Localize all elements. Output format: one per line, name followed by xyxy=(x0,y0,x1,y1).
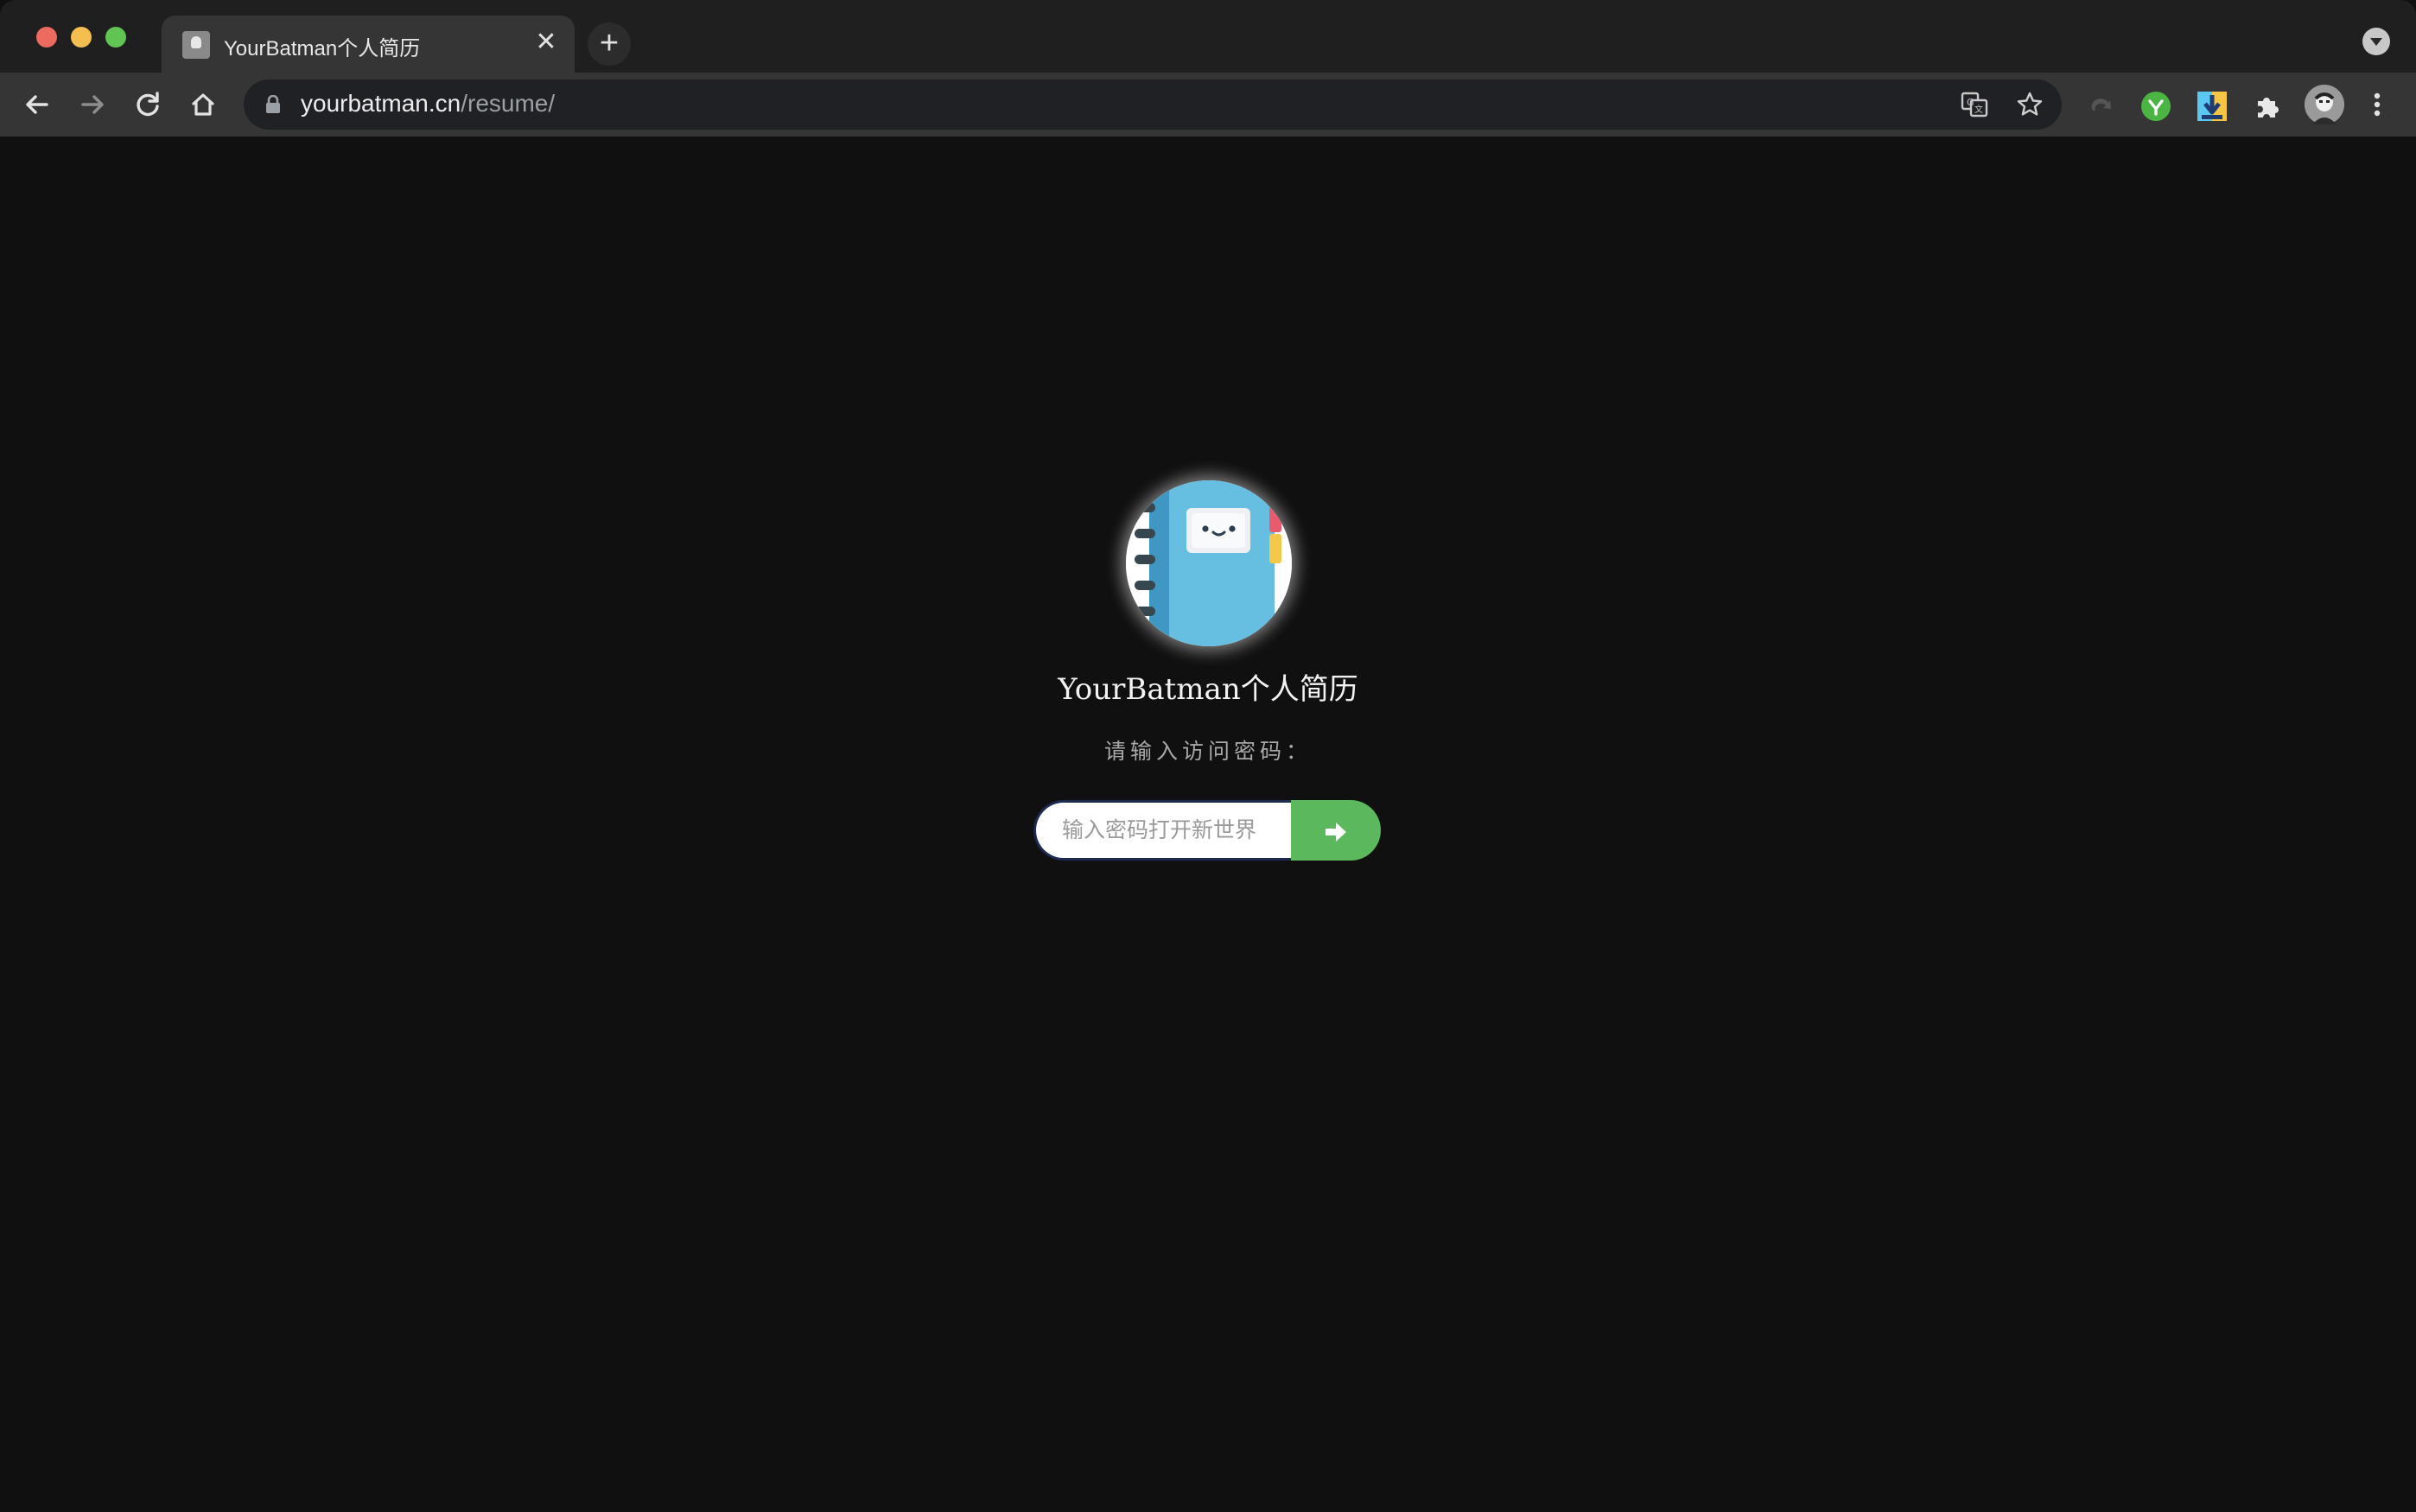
window-minimize-button[interactable] xyxy=(71,27,92,48)
arrow-right-icon xyxy=(1326,823,1346,842)
extension-green-icon[interactable] xyxy=(2141,92,2171,121)
tab-title: YourBatman个人简历 xyxy=(224,37,421,60)
window-maximize-button[interactable] xyxy=(105,27,126,48)
tab-favicon-icon xyxy=(182,31,210,59)
svg-text:G: G xyxy=(1967,97,1974,108)
password-form xyxy=(1033,800,1381,861)
page-title: YourBatman个人简历 xyxy=(1058,672,1358,707)
translate-icon[interactable]: G文 xyxy=(1959,89,1990,120)
url-host: yourbatman.cn xyxy=(301,90,461,117)
tab-search-icon[interactable] xyxy=(2362,28,2390,55)
tab-resume[interactable]: YourBatman个人简历 ✕ xyxy=(162,16,575,73)
page-content: YourBatman个人简历 请输入访问密码： xyxy=(0,137,2416,1512)
star-icon[interactable] xyxy=(2014,89,2045,120)
forward-icon[interactable] xyxy=(73,85,112,124)
svg-text:文: 文 xyxy=(1974,104,1983,115)
puzzle-icon[interactable] xyxy=(2253,92,2282,121)
profile-avatar[interactable] xyxy=(2305,85,2344,124)
notebook-avatar-icon xyxy=(1126,480,1292,646)
lock-icon[interactable] xyxy=(264,95,282,114)
password-prompt: 请输入访问密码： xyxy=(1103,740,1312,764)
reload-icon[interactable] xyxy=(128,85,168,124)
submit-arrow-button[interactable] xyxy=(1291,800,1381,861)
tab-close-icon[interactable]: ✕ xyxy=(531,28,561,57)
tab-strip: YourBatman个人简历 ✕ + xyxy=(0,0,2416,73)
new-tab-button[interactable]: + xyxy=(588,22,631,66)
password-input[interactable] xyxy=(1033,800,1291,861)
extension-download-icon[interactable] xyxy=(2197,92,2227,121)
address-bar[interactable]: yourbatman.cn/resume/ G文 xyxy=(244,79,2062,130)
browser-toolbar: yourbatman.cn/resume/ G文 xyxy=(0,73,2416,137)
more-icon[interactable] xyxy=(2357,85,2397,124)
url-text[interactable]: yourbatman.cn/resume/ xyxy=(301,90,555,118)
extension-gray-icon[interactable] xyxy=(2086,92,2115,121)
url-path: /resume/ xyxy=(461,90,556,117)
window-close-button[interactable] xyxy=(36,27,57,48)
home-icon[interactable] xyxy=(183,85,223,124)
back-icon[interactable] xyxy=(17,85,57,124)
browser-window: YourBatman个人简历 ✕ + yourbatman.cn/resume/… xyxy=(0,0,2416,1512)
